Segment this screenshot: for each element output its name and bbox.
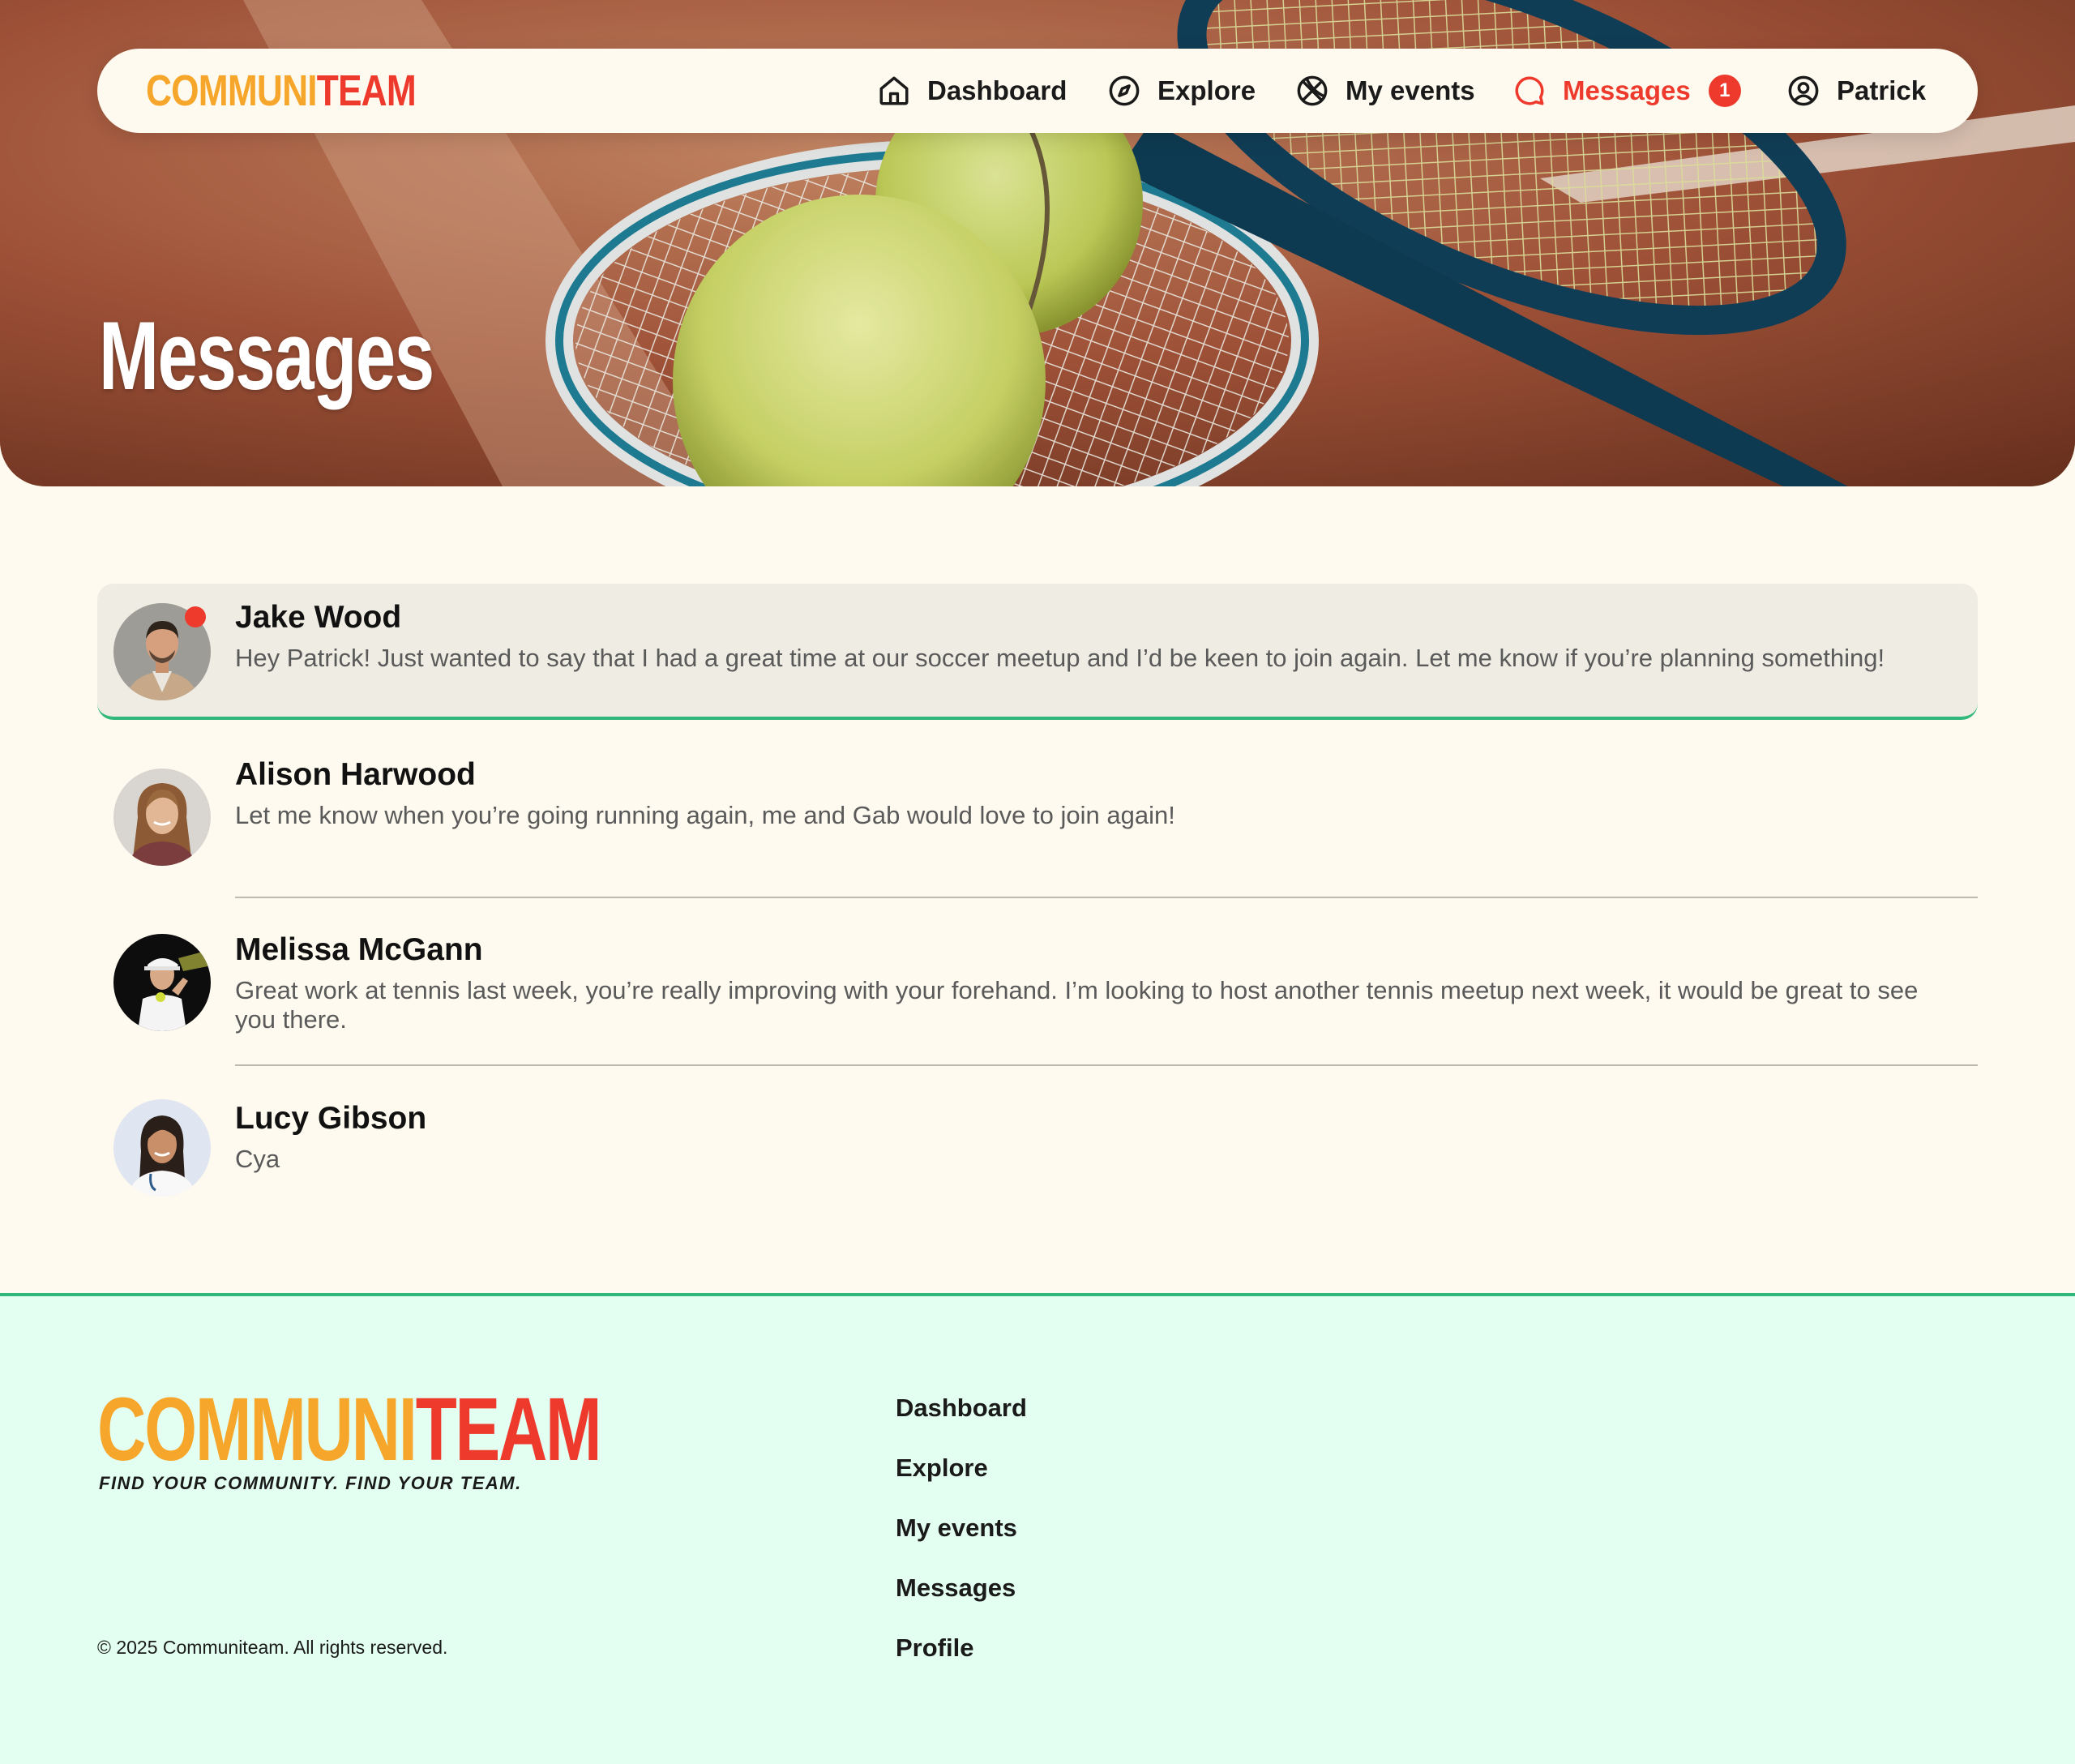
message-item-jake-wood[interactable]: Jake Wood Hey Patrick! Just wanted to sa… — [97, 584, 1978, 720]
brand-logo[interactable]: COMMUNITEAM — [146, 66, 417, 115]
message-preview: Cya — [235, 1145, 280, 1173]
message-item-lucy-gibson[interactable]: Lucy Gibson Cya — [97, 1070, 1978, 1216]
avatar-lucy-gibson — [113, 1099, 211, 1197]
message-item-melissa-mcgann[interactable]: Melissa McGann Great work at tennis last… — [97, 908, 1978, 1062]
nav-messages-label: Messages — [1563, 75, 1691, 105]
message-sender-name: Melissa McGann — [235, 932, 483, 967]
top-navbar: COMMUNITEAM Dashboard Explore My events — [97, 49, 1978, 133]
page-title: Messages — [99, 302, 434, 410]
nav-my-events[interactable]: My events — [1295, 49, 1475, 133]
message-sender-name: Lucy Gibson — [235, 1101, 427, 1136]
avatar-alison-harwood — [113, 769, 211, 866]
avatar-melissa-mcgann — [113, 934, 211, 1031]
compass-icon — [1109, 75, 1140, 106]
footer-link-explore[interactable]: Explore — [896, 1454, 988, 1483]
nav-my-events-label: My events — [1346, 75, 1475, 105]
footer-link-profile[interactable]: Profile — [896, 1633, 973, 1663]
footer-link-my-events[interactable]: My events — [896, 1514, 1017, 1543]
message-preview: Hey Patrick! Just wanted to say that I h… — [235, 644, 1885, 672]
nav-dashboard[interactable]: Dashboard — [877, 49, 1067, 133]
footer-tagline: FIND YOUR COMMUNITY. FIND YOUR TEAM. — [99, 1473, 522, 1493]
nav-messages[interactable]: Messages 1 — [1512, 49, 1741, 133]
message-preview: Great work at tennis last week, you’re r… — [235, 976, 1919, 1034]
nav-explore[interactable]: Explore — [1107, 49, 1256, 133]
message-divider — [235, 897, 1978, 898]
user-circle-icon — [1788, 75, 1819, 106]
chat-bubble-icon — [1515, 76, 1544, 105]
message-sender-name: Alison Harwood — [235, 757, 476, 792]
nav-profile-label: Patrick — [1837, 75, 1927, 105]
message-sender-name: Jake Wood — [235, 600, 402, 635]
site-footer: COMMUNITEAM FIND YOUR COMMUNITY. FIND YO… — [0, 1293, 2075, 1764]
unread-badge: 1 — [1708, 75, 1741, 107]
copyright-text: © 2025 Communiteam. All rights reserved. — [97, 1637, 448, 1658]
message-item-alison-harwood[interactable]: Alison Harwood Let me know when you’re g… — [97, 746, 1978, 876]
nav-explore-label: Explore — [1157, 75, 1256, 105]
home-icon — [879, 76, 909, 105]
message-preview: Let me know when you’re going running ag… — [235, 801, 1175, 829]
message-divider — [235, 1064, 1978, 1066]
hero-banner: COMMUNITEAM Dashboard Explore My events — [0, 0, 2075, 486]
ball-icon — [1297, 75, 1328, 106]
footer-link-messages[interactable]: Messages — [896, 1573, 1016, 1603]
nav-profile[interactable]: Patrick — [1786, 49, 1926, 133]
unread-indicator-dot — [185, 606, 206, 627]
footer-link-dashboard[interactable]: Dashboard — [896, 1394, 1027, 1423]
footer-logo[interactable]: COMMUNITEAM — [97, 1385, 602, 1475]
nav-dashboard-label: Dashboard — [927, 75, 1067, 105]
